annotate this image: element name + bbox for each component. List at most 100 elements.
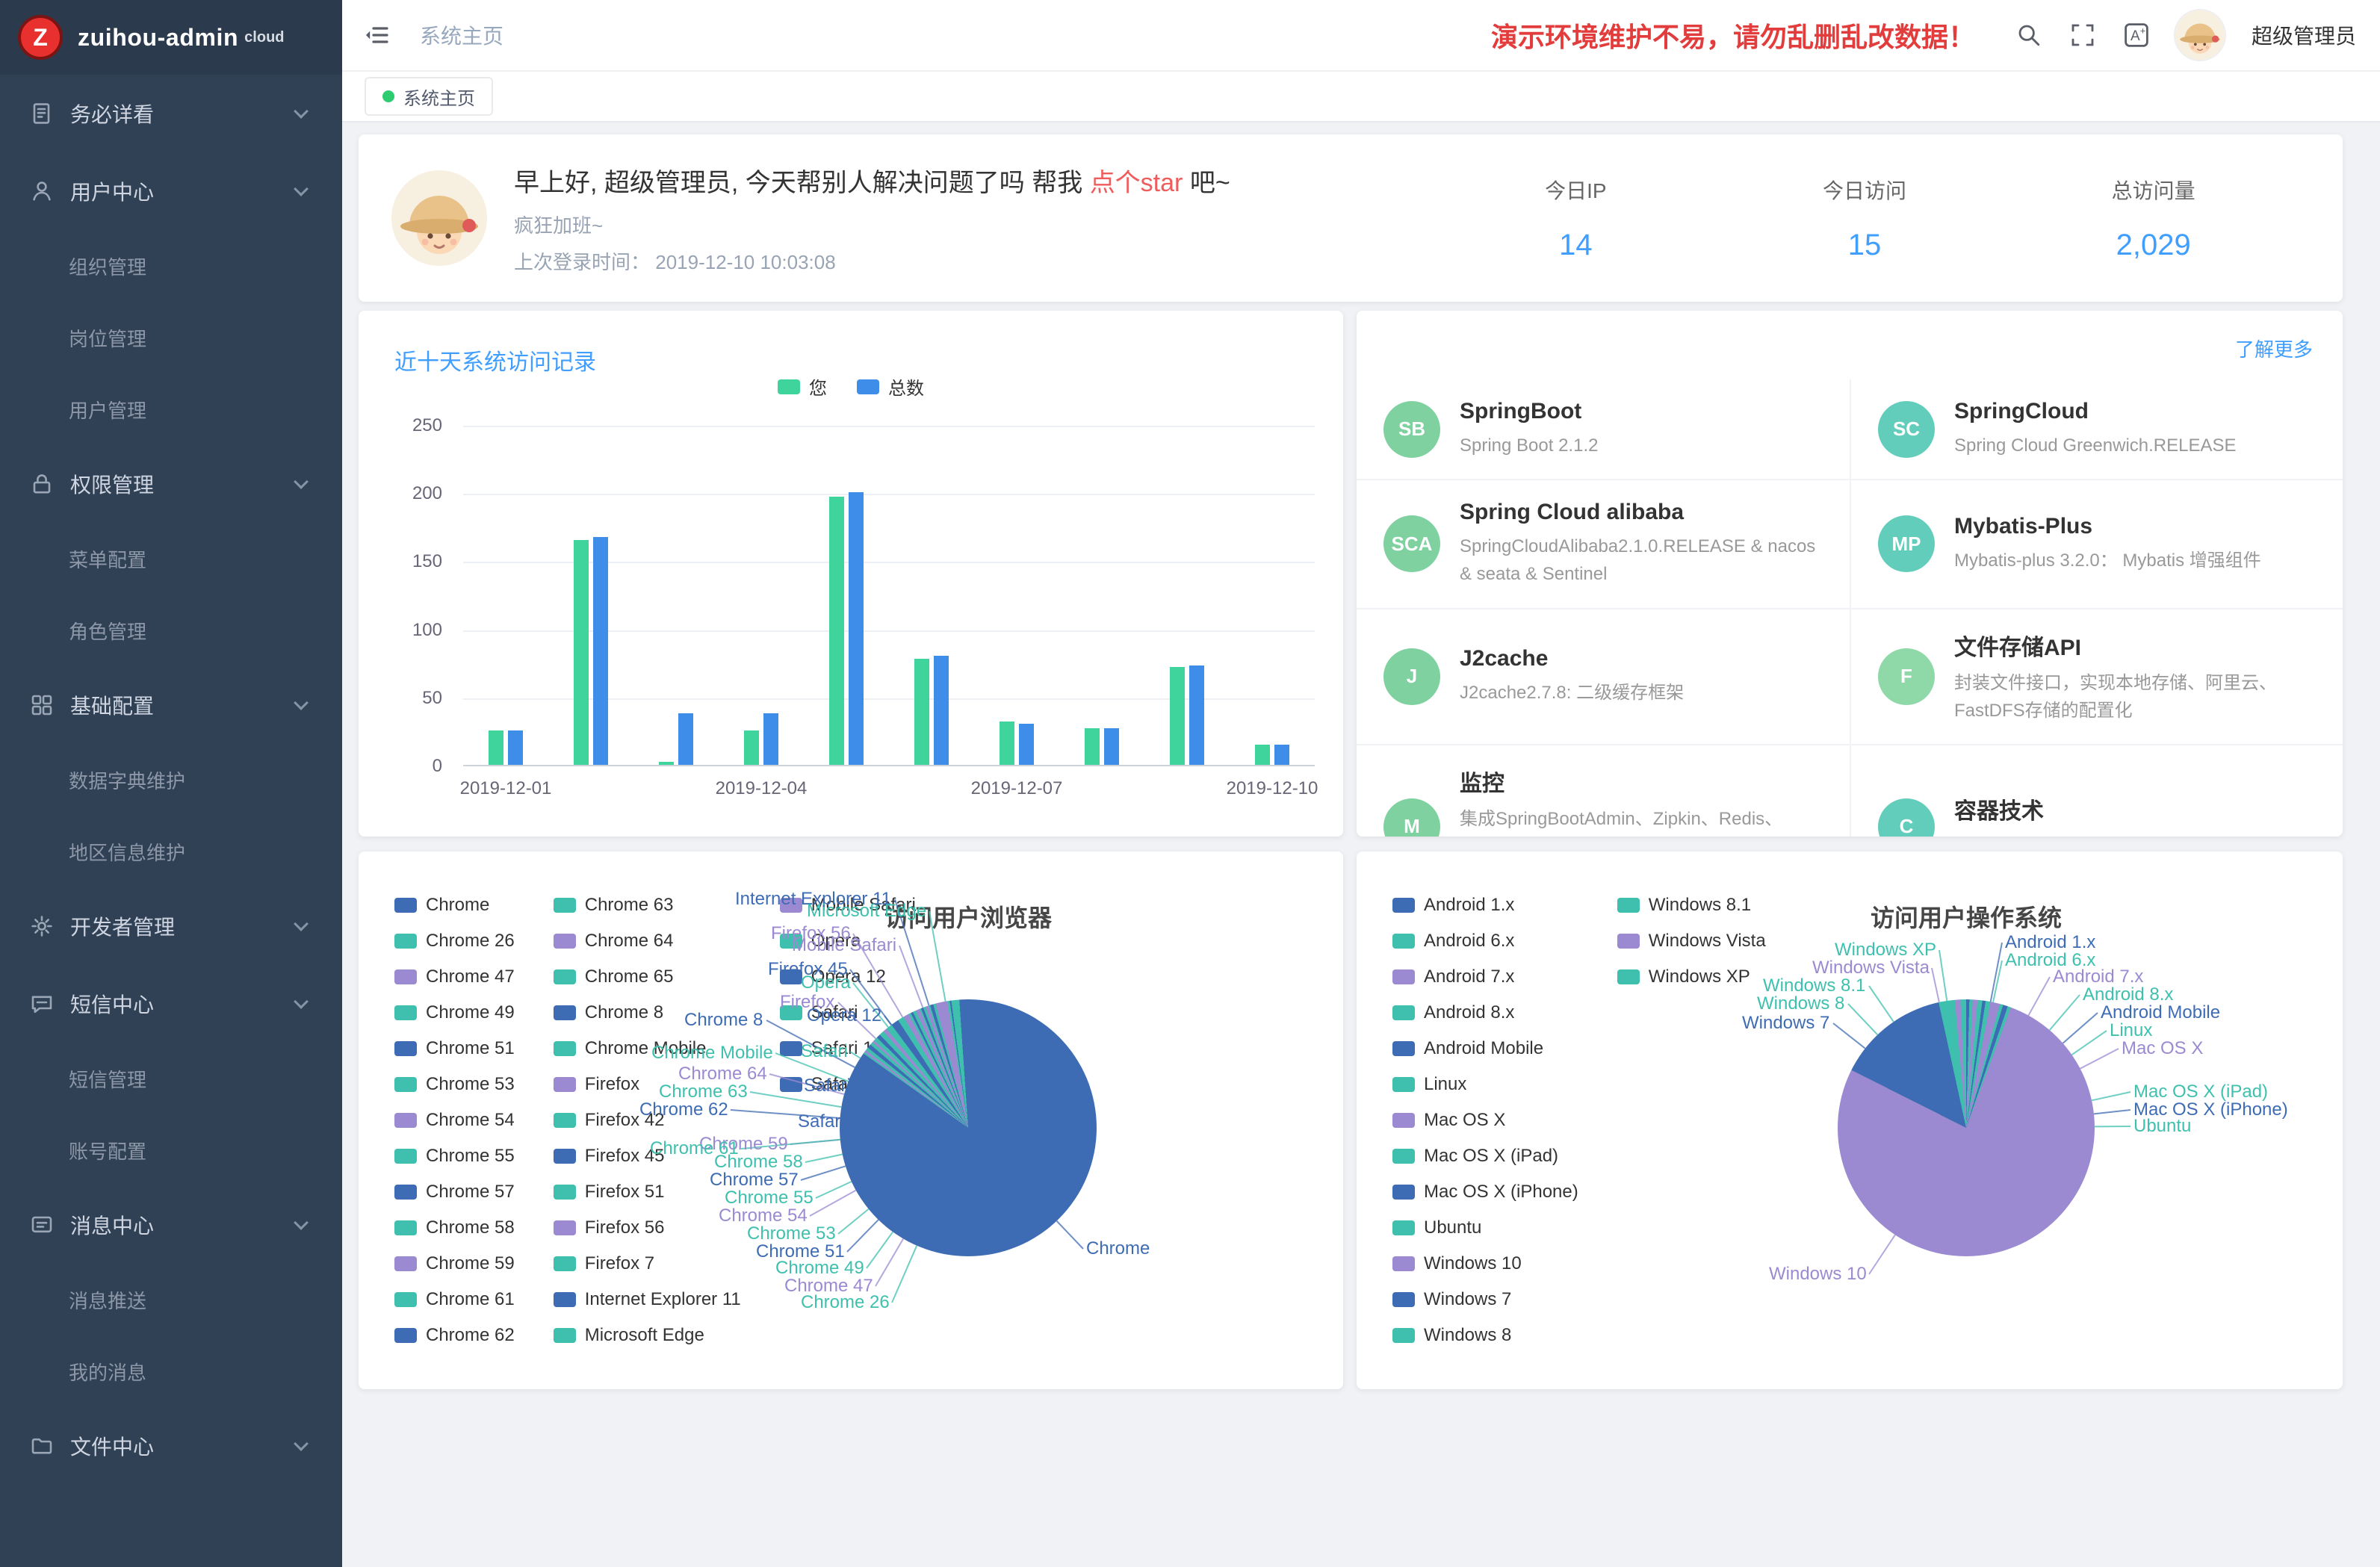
legend-item[interactable]: Mac OS X (iPhone) bbox=[1392, 1174, 1578, 1210]
sidebar-item-basic-config[interactable]: 基础配置 bbox=[0, 666, 342, 744]
bar-group bbox=[719, 426, 804, 765]
sidebar-subitem-dict-maintain[interactable]: 数据字典维护 bbox=[0, 744, 342, 816]
tech-badge-icon: SC bbox=[1878, 401, 1935, 458]
legend-item[interactable]: Windows XP bbox=[1617, 959, 1766, 995]
bar-group bbox=[974, 426, 1059, 765]
legend-item[interactable]: Chrome 59 bbox=[394, 1246, 515, 1282]
sidebar-item-label: 消息中心 bbox=[70, 1210, 154, 1240]
legend-item[interactable]: Windows 7 bbox=[1392, 1282, 1578, 1318]
legend-label: Chrome 55 bbox=[426, 1146, 515, 1167]
sidebar-subitem-message-push[interactable]: 消息推送 bbox=[0, 1264, 342, 1335]
logo[interactable]: Z zuihou-admin cloud bbox=[0, 0, 342, 75]
sidebar-item-label: 开发者管理 bbox=[70, 911, 175, 941]
collapse-menu-icon[interactable] bbox=[363, 20, 393, 50]
font-size-icon[interactable]: A+ bbox=[2122, 20, 2151, 50]
username[interactable]: 超级管理员 bbox=[2252, 20, 2356, 50]
legend-item[interactable]: Android 1.x bbox=[1392, 887, 1578, 923]
sidebar-subitem-org-management[interactable]: 组织管理 bbox=[0, 230, 342, 302]
fullscreen-icon[interactable] bbox=[2068, 20, 2098, 50]
tab-home[interactable]: 系统主页 bbox=[365, 77, 493, 116]
x-tick-label: 2019-12-01 bbox=[446, 778, 565, 799]
legend-item[interactable]: Chrome 53 bbox=[394, 1067, 515, 1102]
legend-item[interactable]: Chrome 51 bbox=[394, 1031, 515, 1067]
greeting-avatar bbox=[391, 170, 487, 266]
chevron-down-icon bbox=[294, 994, 309, 1009]
bar bbox=[574, 540, 589, 765]
tech-title: Mybatis-Plus bbox=[1954, 514, 2261, 539]
legend-item[interactable]: Chrome 47 bbox=[394, 959, 515, 995]
legend-item[interactable]: Chrome 61 bbox=[394, 1282, 515, 1318]
sidebar-item-must-view[interactable]: 务必详看 bbox=[0, 75, 342, 152]
legend-item[interactable]: Chrome 57 bbox=[394, 1174, 515, 1210]
search-icon[interactable] bbox=[2014, 20, 2044, 50]
legend-item[interactable]: Internet Explorer 11 bbox=[554, 1282, 741, 1318]
legend-item[interactable]: Android 8.x bbox=[1392, 995, 1578, 1031]
sidebar-subitem-region-maintain[interactable]: 地区信息维护 bbox=[0, 816, 342, 887]
legend-item[interactable]: Mac OS X bbox=[1392, 1102, 1578, 1138]
main-content: 早上好, 超级管理员, 今天帮别人解决问题了吗 帮我 点个star 吧~ 疯狂加… bbox=[342, 122, 2380, 1567]
svg-text:A: A bbox=[2130, 28, 2140, 44]
legend-item[interactable]: Android 7.x bbox=[1392, 959, 1578, 995]
sidebar-item-label: 用户中心 bbox=[70, 176, 154, 206]
chevron-down-icon bbox=[294, 916, 309, 931]
legend-item-总数[interactable]: 总数 bbox=[857, 373, 924, 400]
legend-item[interactable]: Android 6.x bbox=[1392, 923, 1578, 959]
legend-item[interactable]: Chrome 54 bbox=[394, 1102, 515, 1138]
legend-label: Android 6.x bbox=[1424, 931, 1514, 952]
sidebar-subitem-menu-config[interactable]: 菜单配置 bbox=[0, 523, 342, 595]
legend-item[interactable]: Chrome 62 bbox=[394, 1318, 515, 1353]
legend-item[interactable]: Chrome 58 bbox=[394, 1210, 515, 1246]
tech-badge-icon: J bbox=[1383, 648, 1440, 705]
sidebar-subitem-user-management[interactable]: 用户管理 bbox=[0, 373, 342, 445]
legend-item[interactable]: Windows 10 bbox=[1392, 1246, 1578, 1282]
pie-callout: Chrome Mobile bbox=[651, 1043, 773, 1064]
legend-item[interactable]: Mac OS X (iPad) bbox=[1392, 1138, 1578, 1174]
legend-item[interactable]: Windows 8.1 bbox=[1617, 887, 1766, 923]
legend-item[interactable]: Windows 8 bbox=[1392, 1318, 1578, 1353]
tech-desc: 封装文件接口，实现本地存储、阿里云、FastDFS存储的配置化 bbox=[1954, 669, 2316, 724]
legend-item-您[interactable]: 您 bbox=[778, 373, 827, 400]
sidebar-subitem-account-config[interactable]: 账号配置 bbox=[0, 1114, 342, 1186]
legend-item[interactable]: Chrome 55 bbox=[394, 1138, 515, 1174]
star-link[interactable]: 点个star bbox=[1090, 169, 1183, 197]
legend-label: Windows 8.1 bbox=[1649, 895, 1751, 916]
sidebar-subitem-my-messages[interactable]: 我的消息 bbox=[0, 1335, 342, 1407]
legend-marker-icon bbox=[394, 1185, 417, 1200]
greeting-title: 早上好, 超级管理员, 今天帮别人解决问题了吗 帮我 点个star 吧~ bbox=[514, 162, 1431, 199]
sidebar-item-message-center[interactable]: 消息中心 bbox=[0, 1186, 342, 1264]
sidebar-subitem-post-management[interactable]: 岗位管理 bbox=[0, 302, 342, 373]
legend-item[interactable]: Chrome bbox=[394, 887, 515, 923]
stat-1: 今日访问15 bbox=[1720, 175, 2009, 262]
sidebar-item-sms-center[interactable]: 短信中心 bbox=[0, 965, 342, 1043]
legend-item[interactable]: Android Mobile bbox=[1392, 1031, 1578, 1067]
legend-marker-icon bbox=[1392, 1077, 1415, 1092]
legend-marker-icon bbox=[778, 379, 800, 394]
breadcrumb[interactable]: 系统主页 bbox=[420, 20, 503, 50]
legend-item[interactable]: Microsoft Edge bbox=[554, 1318, 741, 1353]
sidebar-item-file-center[interactable]: 文件中心 bbox=[0, 1407, 342, 1485]
legend-item[interactable]: Firefox 7 bbox=[554, 1246, 741, 1282]
legend-item[interactable]: Ubuntu bbox=[1392, 1210, 1578, 1246]
sidebar-item-developer[interactable]: 开发者管理 bbox=[0, 887, 342, 965]
sidebar-item-label: 短信中心 bbox=[70, 989, 154, 1019]
learn-more-link[interactable]: 了解更多 bbox=[2235, 335, 2313, 362]
legend-item[interactable]: Chrome 26 bbox=[394, 923, 515, 959]
legend-item[interactable]: Firefox 56 bbox=[554, 1210, 741, 1246]
sidebar-item-permission[interactable]: 权限管理 bbox=[0, 445, 342, 523]
admin-dashboard: Z zuihou-admin cloud 务必详看用户中心组织管理岗位管理用户管… bbox=[0, 0, 2380, 1567]
legend-item[interactable]: Chrome 49 bbox=[394, 995, 515, 1031]
user-icon bbox=[30, 179, 54, 203]
bar bbox=[914, 659, 929, 765]
user-avatar[interactable] bbox=[2175, 10, 2225, 60]
legend-marker-icon bbox=[394, 934, 417, 949]
tech-badge-icon: SB bbox=[1383, 401, 1440, 458]
tab-label: 系统主页 bbox=[403, 84, 475, 110]
legend-item[interactable]: Windows Vista bbox=[1617, 923, 1766, 959]
legend-item[interactable]: Linux bbox=[1392, 1067, 1578, 1102]
sidebar-item-user-center[interactable]: 用户中心 bbox=[0, 152, 342, 230]
sidebar-subitem-role-management[interactable]: 角色管理 bbox=[0, 595, 342, 666]
legend-item[interactable]: Chrome 63 bbox=[554, 887, 741, 923]
sidebar-subitem-sms-management[interactable]: 短信管理 bbox=[0, 1043, 342, 1114]
legend-item[interactable]: Chrome 65 bbox=[554, 959, 741, 995]
legend-item[interactable]: Chrome 64 bbox=[554, 923, 741, 959]
